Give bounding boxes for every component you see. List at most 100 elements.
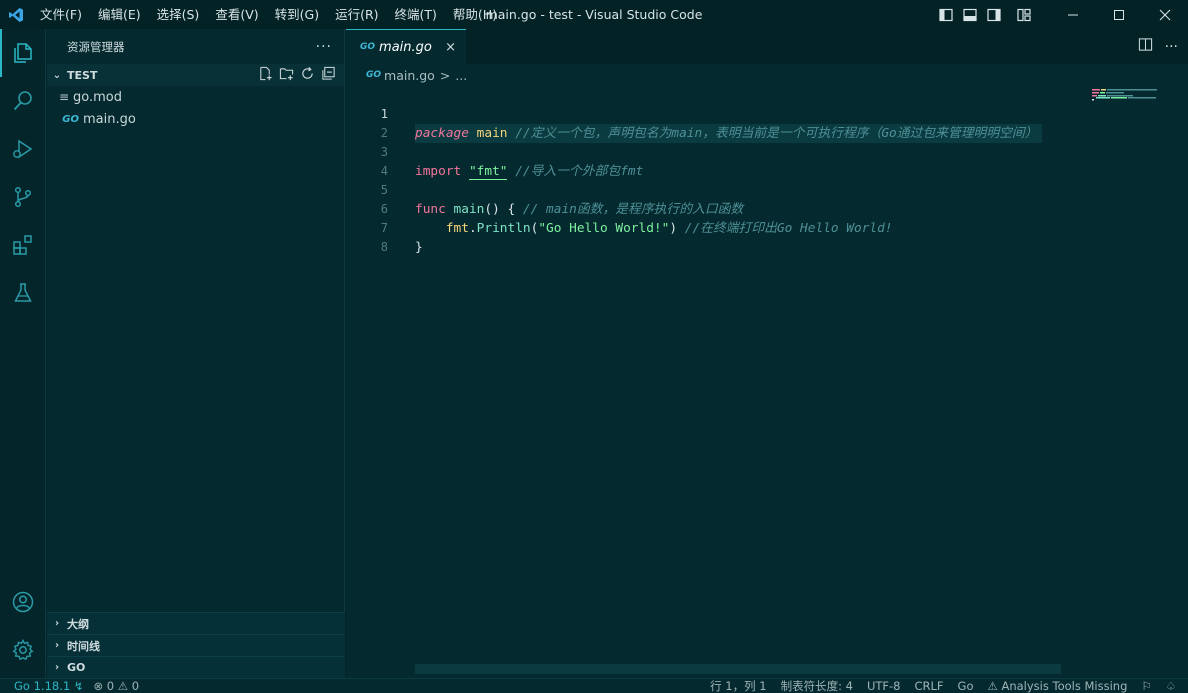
menu-go[interactable]: 转到(G) [267,0,327,29]
go-version-label: Go 1.18.1 [14,678,71,693]
menu-bar: 文件(F) 编辑(E) 选择(S) 查看(V) 转到(G) 运行(R) 终端(T… [32,0,505,29]
menu-terminal[interactable]: 终端(T) [387,0,445,29]
folder-name: TEST [67,68,98,82]
code-line: 8 [346,219,1188,254]
tab-label: main.go [379,39,432,55]
chevron-right-icon: › [54,618,60,629]
analysis-tools[interactable]: ⚠ Analysis Tools Missing [988,679,1128,693]
file-item-go-mod[interactable]: ≡ go.mod [47,86,344,108]
tab-size[interactable]: 制表符长度: 4 [781,679,853,693]
run-debug-icon[interactable] [0,125,46,173]
close-tab-icon[interactable]: × [445,40,456,55]
window-controls [934,0,1188,29]
folder-section-header[interactable]: ⌄ TEST [47,64,344,86]
warning-count: 0 [131,678,140,693]
problems-indicator[interactable]: ⊗ 0 ⚠ 0 [93,679,139,693]
sidebar-bottom-sections: › 大纲 › 时间线 › GO [47,612,345,678]
chevron-right-icon: › [54,640,60,651]
editor-tabs: GO main.go × ··· [346,29,1188,64]
go-version[interactable]: Go 1.18.1 ↯ [14,679,83,693]
new-folder-icon[interactable] [279,66,294,84]
code-line: 5 func main() { // main函数，是程序执行的入口函数 [346,162,1188,217]
breadcrumb-separator: > [439,67,451,83]
horizontal-scrollbar[interactable] [415,664,1061,674]
code-line: 6 fmt.Println("Go Hello World!") //在终端打印… [346,181,1188,236]
editor-actions: ··· [1138,29,1178,64]
language-mode[interactable]: Go [958,679,974,693]
code-line: 1 package main //定义一个包，声明包名为main，表明当前是一个… [346,86,1188,143]
menu-file[interactable]: 文件(F) [32,0,90,29]
toggle-primary-sidebar-icon[interactable] [934,0,958,29]
source-control-icon[interactable] [0,173,46,221]
minimize-button[interactable] [1050,0,1096,29]
close-window-button[interactable] [1142,0,1188,29]
code-line: 2 [346,105,1188,140]
file-item-main-go[interactable]: GO main.go [47,108,344,130]
file-name: main.go [83,111,136,127]
explorer-title: 资源管理器 [67,39,125,54]
extensions-icon[interactable] [0,221,46,269]
activity-bar [0,29,46,678]
cursor-position[interactable]: 行 1，列 1 [710,679,766,693]
analysis-label: Analysis Tools Missing [1001,678,1128,693]
menu-run[interactable]: 运行(R) [327,0,386,29]
code-editor[interactable]: 1 package main //定义一个包，声明包名为main，表明当前是一个… [346,86,1188,255]
status-right: 行 1，列 1 制表符长度: 4 UTF-8 CRLF Go ⚠ Analysi… [710,679,1188,693]
more-actions-icon[interactable]: ··· [1165,39,1178,55]
editor-area: GO main.go × ··· GO main.go > ... 1 pack… [346,29,1188,678]
tab-main-go[interactable]: GO main.go × [346,29,466,64]
code-line: 4 [346,143,1188,178]
outline-section[interactable]: › 大纲 [47,612,345,634]
minimap[interactable] [1092,86,1162,101]
explorer-header: 资源管理器 ··· [47,29,344,64]
breadcrumb: GO main.go > ... [346,64,1188,86]
status-bar: Go 1.18.1 ↯ ⊗ 0 ⚠ 0 行 1，列 1 制表符长度: 4 UTF… [0,678,1188,693]
breadcrumb-symbols[interactable]: ... [455,68,467,83]
lightning-icon: ↯ [73,678,84,693]
go-icon: GO [366,70,382,80]
customize-layout-icon[interactable] [1012,0,1036,29]
section-title: GO [67,661,86,674]
settings-gear-icon[interactable] [0,626,46,674]
menu-selection[interactable]: 选择(S) [149,0,208,29]
error-icon: ⊗ [93,678,104,693]
go-section[interactable]: › GO [47,656,345,678]
warning-icon: ⚠ [117,678,129,693]
file-name: go.mod [73,89,122,105]
search-icon[interactable] [0,77,46,125]
error-count: 0 [106,678,115,693]
chevron-down-icon: ⌄ [52,69,62,81]
feedback-icon[interactable]: ⚐ [1141,679,1151,693]
go-icon: GO [360,42,376,52]
menu-edit[interactable]: 编辑(E) [90,0,149,29]
refresh-icon[interactable] [300,66,315,84]
collapse-all-icon[interactable] [321,66,336,84]
encoding[interactable]: UTF-8 [867,679,901,693]
line-number: 8 [380,240,388,254]
end-of-line[interactable]: CRLF [915,679,944,693]
vscode-logo-icon [0,0,32,29]
list-icon: ≡ [58,90,69,104]
menu-help[interactable]: 帮助(H) [445,0,505,29]
accounts-icon[interactable] [0,578,46,626]
toggle-panel-icon[interactable] [958,0,982,29]
breadcrumb-file[interactable]: main.go [384,68,435,83]
notifications-bell-icon[interactable]: ♤ [1166,679,1176,693]
explorer-sidebar: 资源管理器 ··· ⌄ TEST ≡ go.mod GO main.go › 大… [47,29,345,678]
maximize-button[interactable] [1096,0,1142,29]
testing-flask-icon[interactable] [0,269,46,317]
explorer-icon[interactable] [0,29,46,77]
timeline-section[interactable]: › 时间线 [47,634,345,656]
warning-icon: ⚠ [987,678,998,693]
menu-view[interactable]: 查看(V) [207,0,266,29]
chevron-right-icon: › [54,662,60,673]
toggle-secondary-sidebar-icon[interactable] [982,0,1006,29]
section-title: 时间线 [67,639,100,653]
new-file-icon[interactable] [258,66,273,84]
split-editor-icon[interactable] [1138,37,1153,56]
go-icon: GO [62,113,79,125]
line-content: } [415,240,423,255]
more-actions-icon[interactable]: ··· [316,39,332,55]
code-line: 7 } [346,200,1188,255]
code-line: 3 import "fmt" //导入一个外部包fmt [346,124,1188,180]
